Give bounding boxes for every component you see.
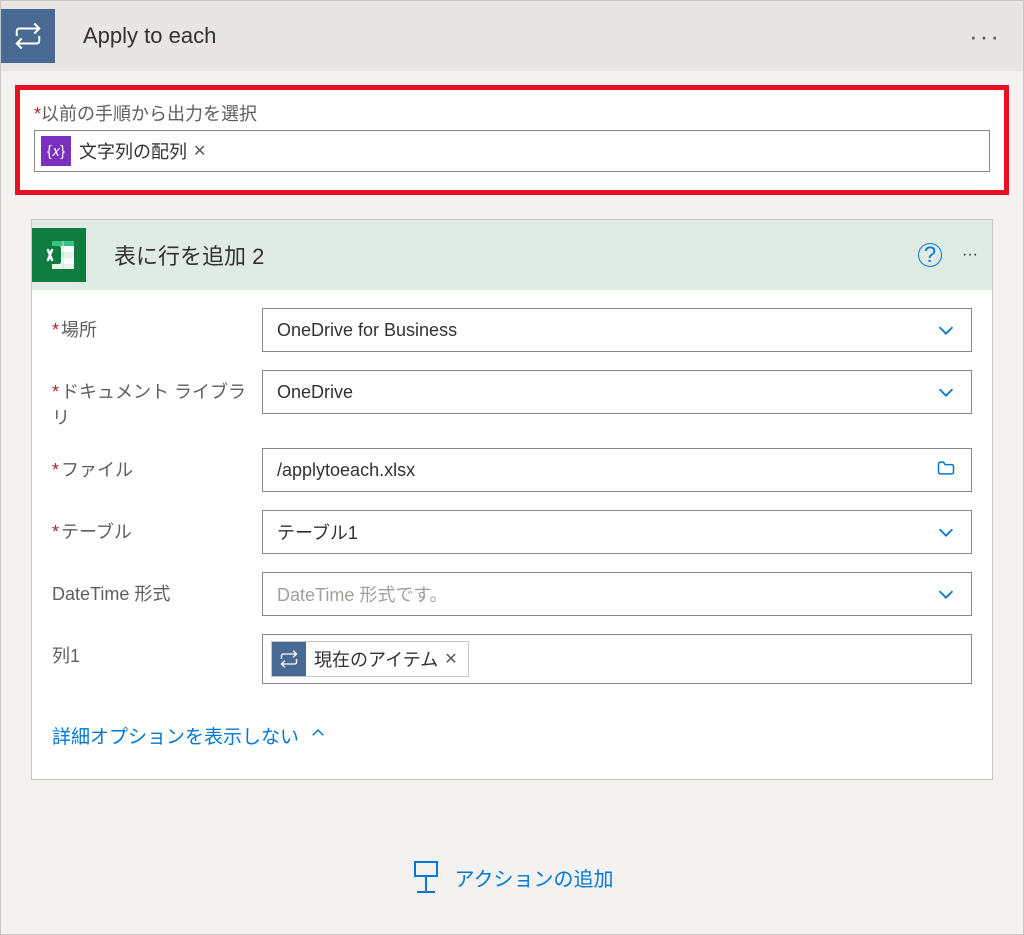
table-row-field: *テーブル テーブル1: [52, 510, 972, 554]
loop-icon: [272, 642, 306, 676]
current-item-token[interactable]: 現在のアイテム ✕: [271, 641, 469, 677]
file-value: /applytoeach.xlsx: [277, 460, 415, 481]
apply-to-each-menu-button[interactable]: ···: [961, 21, 1009, 52]
location-value: OneDrive for Business: [277, 320, 457, 341]
apply-to-each-title: Apply to each: [83, 23, 961, 49]
help-icon[interactable]: ?: [918, 243, 942, 267]
loop-icon: [1, 9, 55, 63]
doclib-row: *ドキュメント ライブラリ OneDrive: [52, 370, 972, 430]
add-action-button[interactable]: アクションの追加: [1, 780, 1023, 934]
doclib-label: *ドキュメント ライブラリ: [52, 370, 262, 430]
select-output-input[interactable]: {𝑥} 文字列の配列 ✕: [34, 130, 990, 172]
doclib-value: OneDrive: [277, 382, 353, 403]
location-select[interactable]: OneDrive for Business: [262, 308, 972, 352]
excel-card-header[interactable]: 表に行を追加 2 ? ···: [32, 220, 992, 290]
expression-icon: {𝑥}: [41, 136, 71, 166]
select-output-label: *以前の手順から出力を選択: [34, 100, 990, 126]
excel-form: *場所 OneDrive for Business *ドキュメント ライブラリ …: [32, 290, 992, 710]
token-label: 文字列の配列: [79, 138, 187, 164]
datetime-label: DateTime 形式: [52, 572, 262, 606]
chevron-down-icon: [935, 521, 957, 543]
table-select[interactable]: テーブル1: [262, 510, 972, 554]
datetime-placeholder: DateTime 形式です。: [277, 581, 448, 607]
apply-to-each-card: Apply to each ··· *以前の手順から出力を選択 {𝑥} 文字列の…: [0, 0, 1024, 935]
excel-card-title: 表に行を追加 2: [114, 239, 918, 271]
file-row: *ファイル /applytoeach.xlsx: [52, 448, 972, 492]
hide-advanced-options-link[interactable]: 詳細オプションを表示しない: [32, 710, 992, 779]
chevron-down-icon: [935, 381, 957, 403]
add-action-label: アクションの追加: [455, 863, 614, 892]
col1-input[interactable]: 現在のアイテム ✕: [262, 634, 972, 684]
apply-to-each-header[interactable]: Apply to each ···: [1, 1, 1023, 71]
chevron-down-icon: [935, 319, 957, 341]
remove-token-button[interactable]: ✕: [193, 141, 206, 161]
add-action-icon: [411, 860, 441, 894]
table-label: *テーブル: [52, 510, 262, 544]
location-row: *場所 OneDrive for Business: [52, 308, 972, 352]
file-label: *ファイル: [52, 448, 262, 482]
table-value: テーブル1: [277, 519, 358, 545]
excel-add-row-card: 表に行を追加 2 ? ··· *場所 OneDrive for Business…: [31, 219, 993, 780]
select-output-section: *以前の手順から出力を選択 {𝑥} 文字列の配列 ✕: [15, 85, 1009, 195]
datetime-select[interactable]: DateTime 形式です。: [262, 572, 972, 616]
string-array-token[interactable]: {𝑥} 文字列の配列 ✕: [41, 136, 206, 166]
remove-token-button[interactable]: ✕: [444, 649, 457, 669]
excel-card-menu-button[interactable]: ···: [962, 246, 978, 264]
chevron-down-icon: [935, 583, 957, 605]
folder-icon[interactable]: [935, 458, 957, 483]
col1-label: 列1: [52, 634, 262, 668]
excel-icon: [32, 228, 86, 282]
chevron-up-icon: [309, 724, 327, 748]
doclib-select[interactable]: OneDrive: [262, 370, 972, 414]
location-label: *場所: [52, 308, 262, 342]
col1-row: 列1 現在のアイテム: [52, 634, 972, 684]
datetime-row: DateTime 形式 DateTime 形式です。: [52, 572, 972, 616]
file-input[interactable]: /applytoeach.xlsx: [262, 448, 972, 492]
token-label: 現在のアイテム: [314, 646, 438, 672]
